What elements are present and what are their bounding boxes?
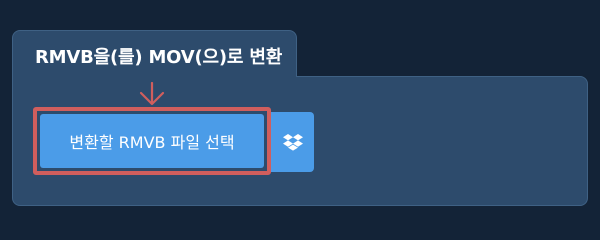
dropbox-button[interactable]: [271, 112, 314, 172]
select-file-button-label: 변환할 RMVB 파일 선택: [69, 133, 235, 152]
dropbox-icon: [282, 134, 303, 151]
tab-panel-seam: [13, 74, 296, 80]
arrow-down-icon: [139, 82, 165, 106]
select-file-button[interactable]: 변환할 RMVB 파일 선택: [40, 114, 264, 168]
converter-title: RMVB을(를) MOV(으)로 변환: [35, 47, 283, 68]
